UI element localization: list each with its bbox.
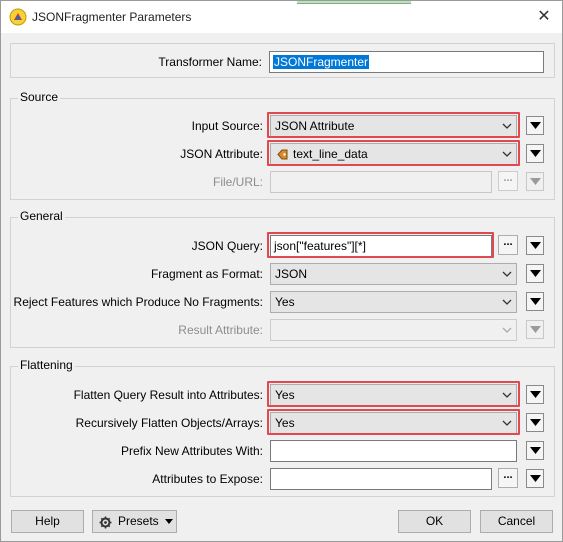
input-source-menu-button[interactable] xyxy=(526,116,544,135)
flattening-group-title: Flattening xyxy=(18,358,75,372)
chevron-down-icon xyxy=(502,151,512,157)
gear-icon xyxy=(99,516,112,529)
attribute-tag-icon xyxy=(277,149,288,160)
triangle-down-icon xyxy=(165,519,173,524)
triangle-down-icon xyxy=(530,122,541,129)
triangle-down-icon xyxy=(530,242,541,249)
attributes-to-expose-field[interactable] xyxy=(270,468,492,490)
prefix-label: Prefix New Attributes With: xyxy=(120,444,263,458)
recursive-flatten-label: Recursively Flatten Objects/Arrays: xyxy=(75,416,263,430)
fragment-format-dropdown[interactable]: JSON xyxy=(270,263,517,285)
fragment-format-label: Fragment as Format: xyxy=(150,267,263,281)
recursive-flatten-dropdown[interactable]: Yes xyxy=(270,412,517,434)
source-group-title: Source xyxy=(18,90,61,104)
json-query-browse-button[interactable]: ... xyxy=(498,235,518,255)
flatten-query-menu-button[interactable] xyxy=(526,385,544,404)
presets-label: Presets xyxy=(118,514,159,528)
recursive-flatten-menu-button[interactable] xyxy=(526,413,544,432)
flatten-query-label: Flatten Query Result into Attributes: xyxy=(73,388,263,402)
input-source-dropdown[interactable]: JSON Attribute xyxy=(270,115,517,137)
file-url-label: File/URL: xyxy=(212,175,263,189)
prefix-menu-button[interactable] xyxy=(526,441,544,460)
transformer-name-label: Transformer Name: xyxy=(158,55,262,69)
json-attribute-dropdown[interactable]: text_line_data xyxy=(270,143,517,165)
triangle-down-icon xyxy=(530,391,541,398)
chevron-down-icon xyxy=(502,299,512,305)
json-query-menu-button[interactable] xyxy=(526,236,544,255)
general-group-title: General xyxy=(18,209,65,223)
reject-features-label: Reject Features which Produce No Fragmen… xyxy=(13,295,263,309)
json-query-field[interactable]: json["features"][*] xyxy=(270,235,492,257)
flatten-query-dropdown[interactable]: Yes xyxy=(270,384,517,406)
triangle-down-icon xyxy=(530,298,541,305)
triangle-down-icon xyxy=(530,475,541,482)
reject-features-menu-button[interactable] xyxy=(526,292,544,311)
reject-features-dropdown[interactable]: Yes xyxy=(270,291,517,313)
json-attribute-menu-button[interactable] xyxy=(526,144,544,163)
json-attribute-label: JSON Attribute: xyxy=(180,147,263,161)
close-button[interactable]: ✕ xyxy=(532,5,556,29)
triangle-down-icon xyxy=(530,150,541,157)
presets-button[interactable]: Presets xyxy=(92,510,177,533)
transformer-name-value: JSONFragmenter xyxy=(273,55,370,69)
fragment-format-menu-button[interactable] xyxy=(526,264,544,283)
triangle-down-icon xyxy=(530,419,541,426)
triangle-down-icon xyxy=(530,270,541,277)
json-query-value: json["features"][*] xyxy=(274,239,366,253)
attributes-to-expose-browse-button[interactable]: ... xyxy=(498,468,518,488)
fragment-format-value: JSON xyxy=(275,267,308,281)
attributes-to-expose-menu-button[interactable] xyxy=(526,469,544,488)
file-url-browse-button[interactable]: ... xyxy=(498,171,518,191)
window-title: JSONFragmenter Parameters xyxy=(32,10,192,24)
result-attribute-label: Result Attribute: xyxy=(178,323,263,337)
file-url-menu-button[interactable] xyxy=(526,172,544,191)
attributes-to-expose-label: Attributes to Expose: xyxy=(152,472,263,486)
background-canvas-fragment xyxy=(297,1,411,4)
triangle-down-icon xyxy=(530,326,541,333)
parameters-dialog: JSONFragmenter Parameters ✕ Transformer … xyxy=(0,0,563,542)
title-bar[interactable]: JSONFragmenter Parameters ✕ xyxy=(1,1,562,33)
result-attribute-dropdown[interactable] xyxy=(270,319,517,341)
transformer-name-group: Transformer Name: JSONFragmenter xyxy=(10,43,555,78)
json-query-label: JSON Query: xyxy=(191,239,263,253)
triangle-down-icon xyxy=(530,447,541,454)
json-attribute-value: text_line_data xyxy=(293,147,368,161)
recursive-flatten-value: Yes xyxy=(275,416,295,430)
prefix-field[interactable] xyxy=(270,440,517,462)
file-url-field[interactable] xyxy=(270,171,492,193)
chevron-down-icon xyxy=(502,327,512,333)
ok-button[interactable]: OK xyxy=(398,510,471,533)
fme-transformer-icon xyxy=(9,8,27,26)
chevron-down-icon xyxy=(502,420,512,426)
triangle-down-icon xyxy=(530,178,541,185)
result-attribute-menu-button[interactable] xyxy=(526,320,544,339)
input-source-label: Input Source: xyxy=(191,119,263,133)
transformer-name-field[interactable]: JSONFragmenter xyxy=(269,51,544,73)
help-button[interactable]: Help xyxy=(11,510,84,533)
input-source-value: JSON Attribute xyxy=(275,119,355,133)
flatten-query-value: Yes xyxy=(275,388,295,402)
chevron-down-icon xyxy=(502,392,512,398)
cancel-button[interactable]: Cancel xyxy=(480,510,553,533)
chevron-down-icon xyxy=(502,123,512,129)
reject-features-value: Yes xyxy=(275,295,295,309)
chevron-down-icon xyxy=(502,271,512,277)
